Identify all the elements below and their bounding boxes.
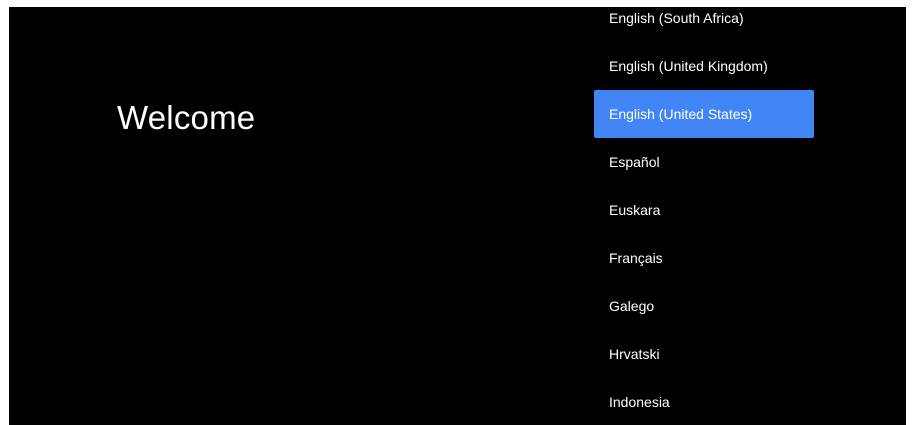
language-item-espanol[interactable]: Español [594,138,814,186]
language-list[interactable]: English (South Africa) English (United K… [594,7,814,425]
welcome-title: Welcome [117,99,256,136]
language-item-francais[interactable]: Français [594,234,814,282]
language-item-english-united-kingdom[interactable]: English (United Kingdom) [594,42,814,90]
language-item-indonesia[interactable]: Indonesia [594,378,814,425]
tv-setup-screen: Welcome English (South Africa) English (… [9,7,906,425]
language-item-hrvatski[interactable]: Hrvatski [594,330,814,378]
language-item-english-south-africa[interactable]: English (South Africa) [594,7,814,42]
language-item-euskara[interactable]: Euskara [594,186,814,234]
language-item-english-united-states[interactable]: English (United States) [594,90,814,138]
language-item-galego[interactable]: Galego [594,282,814,330]
